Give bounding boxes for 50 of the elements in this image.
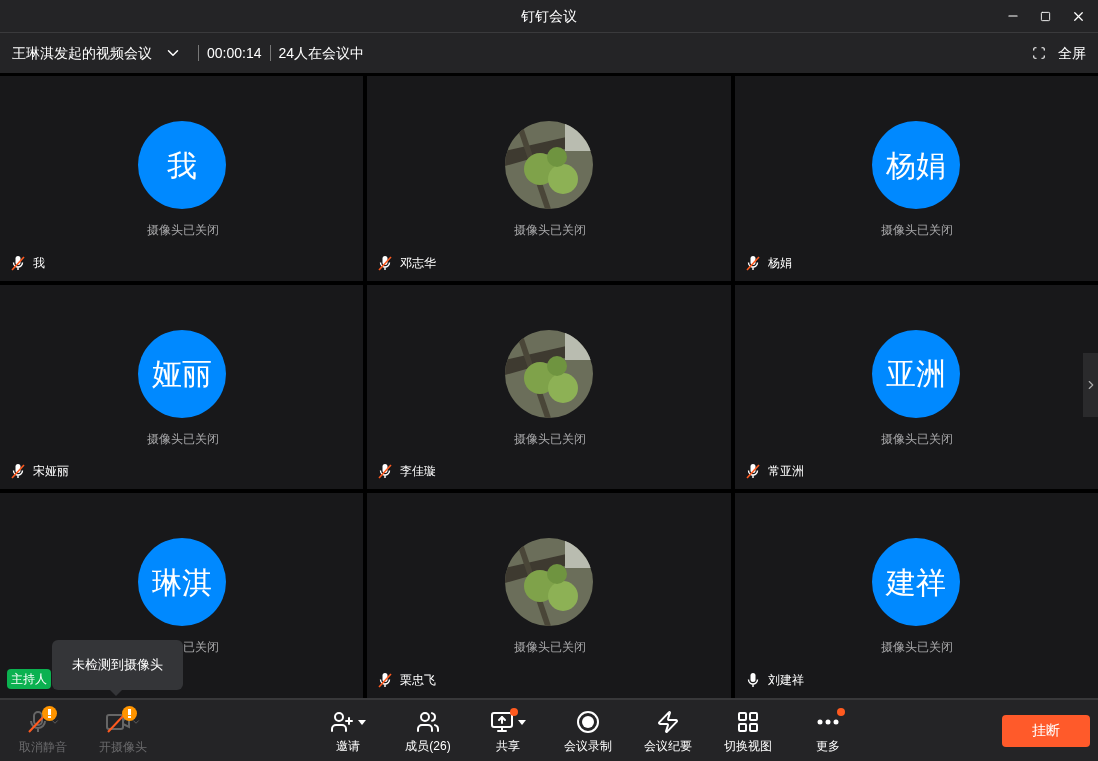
grid-icon: [736, 710, 760, 734]
avatar: 建祥: [872, 538, 961, 627]
participant-name: 刘建祥: [767, 672, 804, 689]
toolbar-button[interactable]: 会议纪要: [628, 706, 708, 755]
participant-name: 我: [33, 254, 45, 272]
meeting-title[interactable]: 王琳淇发起的视频会议: [12, 42, 152, 64]
toolbar-button[interactable]: 切换视图: [708, 706, 788, 755]
avatar: 杨娟: [872, 121, 961, 209]
maximize-icon[interactable]: [1040, 10, 1051, 22]
fullscreen-icon[interactable]: [1032, 46, 1046, 60]
participant-name: 李佳璇: [400, 463, 437, 481]
camera-status: 摄像头已关闭: [514, 430, 586, 448]
participant-name: 常亚洲: [767, 463, 804, 481]
participant-name: 邓志华: [400, 254, 437, 272]
warning-icon: [42, 705, 57, 721]
add-person-icon: [330, 710, 354, 734]
more-icon: [817, 719, 839, 725]
avatar: 我: [137, 121, 226, 209]
caret-icon: [518, 719, 526, 725]
avatar: 娅丽: [137, 329, 226, 418]
camera-status: 摄像头已关闭: [881, 430, 954, 448]
camera-status: 摄像头已关闭: [146, 430, 219, 448]
camera-status: 摄像头已关闭: [146, 222, 219, 239]
toolbar-button[interactable]: 共享: [468, 706, 548, 755]
toolbar-button[interactable]: 成员(26): [388, 706, 468, 755]
window-title: 钉钉会议: [521, 6, 577, 26]
tooltip-text: 未检测到摄像头: [72, 656, 163, 675]
camera-status: 摄像头已关闭: [881, 639, 954, 657]
avatar: 琳淇: [137, 538, 226, 627]
lightning-icon: [656, 710, 680, 734]
camera-status: 摄像头已关闭: [881, 222, 954, 239]
host-badge: 主持人: [7, 669, 51, 689]
participant-count: 24人在会议中: [278, 43, 365, 63]
participant-name: 宋娅丽: [33, 463, 69, 481]
warning-icon: [122, 705, 137, 721]
participant-name: 杨娟: [767, 254, 792, 272]
meeting-timer: 00:00:14: [207, 43, 262, 63]
toolbar-button[interactable]: 邀请: [308, 706, 388, 755]
toolbar-button[interactable]: 会议录制: [548, 706, 628, 755]
caret-icon: [358, 719, 366, 725]
people-icon: [416, 710, 440, 734]
toolbar-button[interactable]: 更多: [788, 706, 868, 755]
camera-status: 摄像头已关闭: [514, 639, 586, 657]
avatar: 亚洲: [872, 329, 961, 418]
camera-status: 已关闭: [182, 639, 219, 657]
participant-name: 栗忠飞: [400, 672, 437, 689]
share-screen-icon: [490, 710, 514, 734]
fullscreen-label[interactable]: 全屏: [1058, 42, 1086, 64]
record-icon: [576, 710, 600, 734]
camera-status: 摄像头已关闭: [514, 222, 586, 239]
